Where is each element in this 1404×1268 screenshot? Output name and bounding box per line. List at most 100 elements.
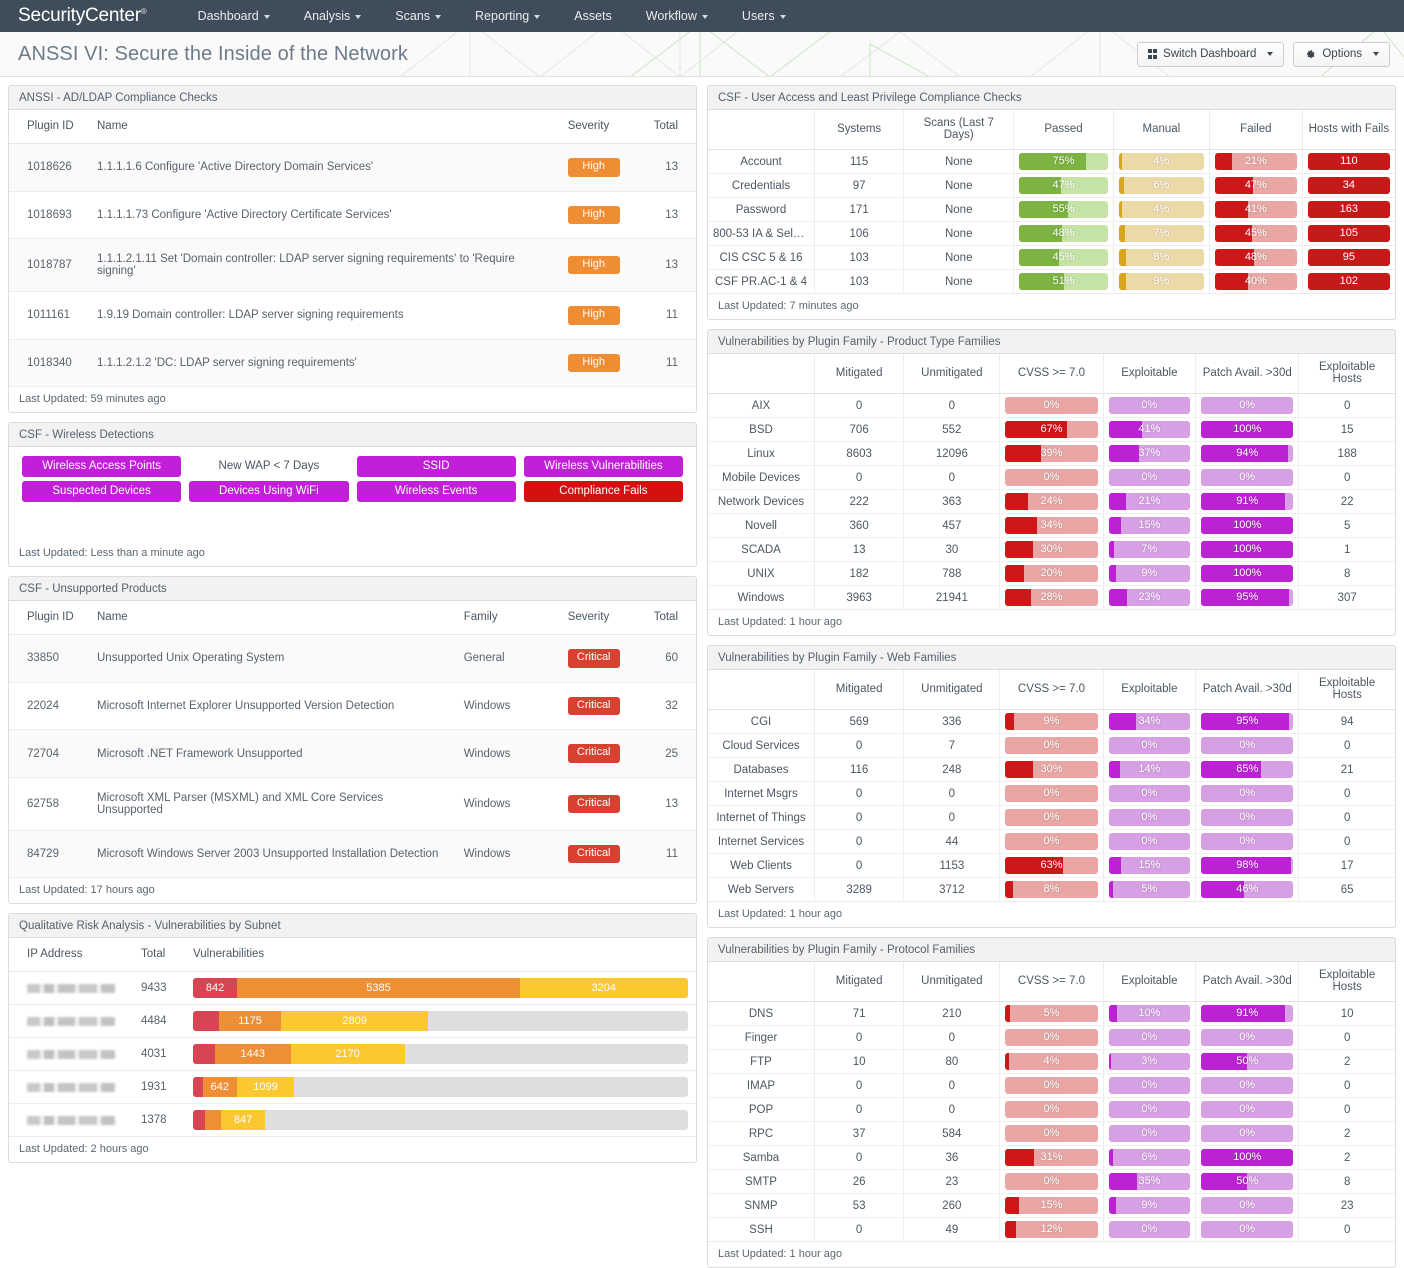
panel-body: Mitigated Unmitigated CVSS >= 7.0 Exploitab… bbox=[708, 670, 1395, 901]
wireless-button-suspected-devices[interactable]: Suspected Devices bbox=[22, 481, 182, 503]
table-row[interactable]: 1018693 1.1.1.1.73 Configure 'Active Dir… bbox=[9, 191, 696, 240]
wireless-button-devices-using-wifi[interactable]: Devices Using WiFi bbox=[189, 481, 349, 503]
table-row[interactable]: Windows 3963 21941 28% 23% 95% 307 bbox=[708, 585, 1395, 609]
table-row[interactable]: Mobile Devices 0 0 0% 0% 0% 0 bbox=[708, 465, 1395, 490]
wireless-button-compliance-fails[interactable]: Compliance Fails bbox=[523, 481, 683, 503]
table-row[interactable]: 22024 Microsoft Internet Explorer Unsupp… bbox=[9, 682, 696, 731]
cell-cvss: 5% bbox=[999, 1001, 1103, 1026]
table-row[interactable]: 1378 847 bbox=[9, 1104, 696, 1137]
bar-label: 95% bbox=[1236, 715, 1259, 727]
table-row[interactable]: 9433 842 5385 3204 bbox=[9, 971, 696, 1006]
wireless-button-wireless-vulnerabilities[interactable]: Wireless Vulnerabilities bbox=[523, 456, 683, 478]
table-row[interactable]: Internet Msgrs 0 0 0% 0% 0% 0 bbox=[708, 781, 1395, 806]
cell-row-label: Web Servers bbox=[727, 883, 795, 896]
bar-label: 0% bbox=[1141, 787, 1158, 799]
table-row[interactable]: 1018340 1.1.1.2.1.2 'DC: LDAP server sig… bbox=[9, 339, 696, 387]
table-row[interactable]: IMAP 0 0 0% 0% 0% 0 bbox=[708, 1073, 1395, 1098]
table-row[interactable]: AIX 0 0 0% 0% 0% 0 bbox=[708, 393, 1395, 418]
cell-vulnerability-bar: 847 bbox=[185, 1104, 696, 1137]
cell-plugin-id: 22024 bbox=[9, 682, 89, 731]
table-row[interactable]: 72704 Microsoft .NET Framework Unsupport… bbox=[9, 729, 696, 778]
table-row[interactable]: Databases 116 248 30% 14% 65% 21 bbox=[708, 757, 1395, 782]
table-row[interactable]: Web Servers 3289 3712 8% 5% 46% 65 bbox=[708, 877, 1395, 901]
table-row[interactable]: FTP 10 80 4% 3% 50% 2 bbox=[708, 1049, 1395, 1074]
table-row[interactable]: UNIX 182 788 20% 9% 100% 8 bbox=[708, 561, 1395, 586]
table-row[interactable]: SCADA 13 30 30% 7% 100% 1 bbox=[708, 537, 1395, 562]
table-row[interactable]: CGI 569 336 9% 34% 95% 94 bbox=[708, 709, 1395, 734]
table-row[interactable]: 1931 642 1099 bbox=[9, 1070, 696, 1105]
table-row[interactable]: 800-53 IA & Select… 106 None 48% 7% 45% … bbox=[708, 221, 1395, 246]
value-bar-hosts: 110 bbox=[1307, 153, 1390, 170]
table-row[interactable]: Credentials 97 None 47% 6% 47% 34 bbox=[708, 173, 1395, 198]
nav-item-users[interactable]: Users bbox=[725, 0, 803, 32]
table-row[interactable]: 1018787 1.1.1.2.1.11 Set 'Domain control… bbox=[9, 238, 696, 293]
table-row[interactable]: Cloud Services 0 7 0% 0% 0% 0 bbox=[708, 733, 1395, 758]
bar-label: 31% bbox=[1040, 1151, 1063, 1163]
options-button[interactable]: Options bbox=[1293, 41, 1390, 67]
panel-last-updated: Last Updated: 17 hours ago bbox=[9, 877, 696, 903]
value-bar-cvss: 0% bbox=[1005, 1173, 1098, 1190]
column-header-mitigated: Mitigated bbox=[813, 670, 904, 710]
cell-mitigated: 3963 bbox=[813, 585, 904, 609]
cell-exploitable: 0% bbox=[1102, 465, 1196, 490]
cell-mitigated: 0 bbox=[813, 1217, 904, 1241]
table-row[interactable]: CSF PR.AC-1 & 4 103 None 51% 9% 40% 102 bbox=[708, 269, 1395, 293]
status-badge: Critical bbox=[567, 649, 620, 668]
table-row[interactable]: 1018626 1.1.1.1.6 Configure 'Active Dire… bbox=[9, 143, 696, 192]
table-row[interactable]: SNMP 53 260 15% 9% 0% 23 bbox=[708, 1193, 1395, 1218]
bar-label: 21% bbox=[1138, 495, 1161, 507]
table-row[interactable]: 84729 Microsoft Windows Server 2003 Unsu… bbox=[9, 830, 696, 878]
cell-plugin-id: 1018693 bbox=[9, 191, 89, 240]
table-header-row: Plugin ID Name Severity Total bbox=[9, 110, 696, 144]
protocol-families-table: Mitigated Unmitigated CVSS >= 7.0 Exploitab… bbox=[708, 962, 1395, 1241]
value-bar-cvss: 24% bbox=[1005, 493, 1098, 510]
nav-item-assets[interactable]: Assets bbox=[557, 0, 629, 32]
nav-item-scans[interactable]: Scans bbox=[378, 0, 458, 32]
cell-row-label: Mobile Devices bbox=[708, 465, 815, 490]
table-row[interactable]: Password 171 None 55% 4% 41% 163 bbox=[708, 197, 1395, 222]
unsupported-products-table: Plugin ID Name Family Severity Total 338… bbox=[9, 601, 696, 878]
table-row[interactable]: Account 115 None 75% 4% 21% 110 bbox=[708, 149, 1395, 174]
wireless-button-wireless-access-points[interactable]: Wireless Access Points bbox=[22, 456, 182, 478]
cell-severity: Critical bbox=[560, 830, 646, 877]
table-row[interactable]: Finger 0 0 0% 0% 0% 0 bbox=[708, 1025, 1395, 1050]
cell-cvss: 0% bbox=[999, 805, 1103, 830]
table-row[interactable]: POP 0 0 0% 0% 0% 0 bbox=[708, 1097, 1395, 1122]
table-row[interactable]: 62758 Microsoft XML Parser (MSXML) and X… bbox=[9, 777, 696, 831]
table-row[interactable]: Internet of Things 0 0 0% 0% 0% 0 bbox=[708, 805, 1395, 830]
table-row[interactable]: SSH 0 49 12% 0% 0% 0 bbox=[708, 1217, 1395, 1241]
nav-item-workflow[interactable]: Workflow bbox=[629, 0, 725, 32]
bar-label: 34 bbox=[1342, 179, 1355, 191]
nav-item-reporting[interactable]: Reporting bbox=[458, 0, 557, 32]
table-row[interactable]: Web Clients 0 1153 63% 15% 98% 17 bbox=[708, 853, 1395, 878]
table-row[interactable]: 33850 Unsupported Unix Operating System … bbox=[9, 634, 696, 683]
table-row[interactable]: SMTP 26 23 0% 35% 50% 8 bbox=[708, 1169, 1395, 1194]
cell-failed: 21% bbox=[1208, 149, 1303, 174]
switch-dashboard-button[interactable]: Switch Dashboard bbox=[1136, 41, 1285, 67]
table-row[interactable]: Linux 8603 12096 39% 37% 94% 188 bbox=[708, 441, 1395, 466]
bar-segment-med: 847 bbox=[220, 1110, 266, 1131]
cell-hosts-with-fails: 110 bbox=[1301, 149, 1395, 174]
cell-exploitable: 10% bbox=[1102, 1001, 1196, 1026]
table-row[interactable]: BSD 706 552 67% 41% 100% 15 bbox=[708, 417, 1395, 442]
table-row[interactable]: DNS 71 210 5% 10% 91% 10 bbox=[708, 1001, 1395, 1026]
table-row[interactable]: 4031 1443 2170 bbox=[9, 1037, 696, 1072]
table-row[interactable]: Samba 0 36 31% 6% 100% 2 bbox=[708, 1145, 1395, 1170]
table-row[interactable]: Internet Services 0 44 0% 0% 0% 0 bbox=[708, 829, 1395, 854]
bar-label: 95 bbox=[1342, 251, 1355, 263]
wireless-cell: Devices Using WiFi bbox=[186, 480, 351, 503]
table-row[interactable]: CIS CSC 5 & 16 103 None 45% 8% 48% 95 bbox=[708, 245, 1395, 270]
nav-item-dashboard[interactable]: Dashboard bbox=[181, 0, 287, 32]
table-row[interactable]: 1011161 1.9.19 Domain controller: LDAP s… bbox=[9, 291, 696, 340]
nav-item-analysis[interactable]: Analysis bbox=[287, 0, 379, 32]
table-row[interactable]: Novell 360 457 34% 15% 100% 5 bbox=[708, 513, 1395, 538]
wireless-button-wireless-events[interactable]: Wireless Events bbox=[356, 481, 516, 503]
table-row[interactable]: 4484 1175 2809 bbox=[9, 1004, 696, 1039]
bar-label: 98% bbox=[1236, 859, 1259, 871]
table-row[interactable]: Network Devices 222 363 24% 21% 91% 22 bbox=[708, 489, 1395, 514]
bar-label: 15% bbox=[1138, 519, 1161, 531]
table-row[interactable]: RPC 37 584 0% 0% 0% 2 bbox=[708, 1121, 1395, 1146]
cell-unmitigated: 49 bbox=[903, 1217, 1000, 1241]
wireless-button-ssid[interactable]: SSID bbox=[356, 456, 516, 478]
app-logo[interactable]: SecurityCenter® bbox=[18, 5, 147, 27]
